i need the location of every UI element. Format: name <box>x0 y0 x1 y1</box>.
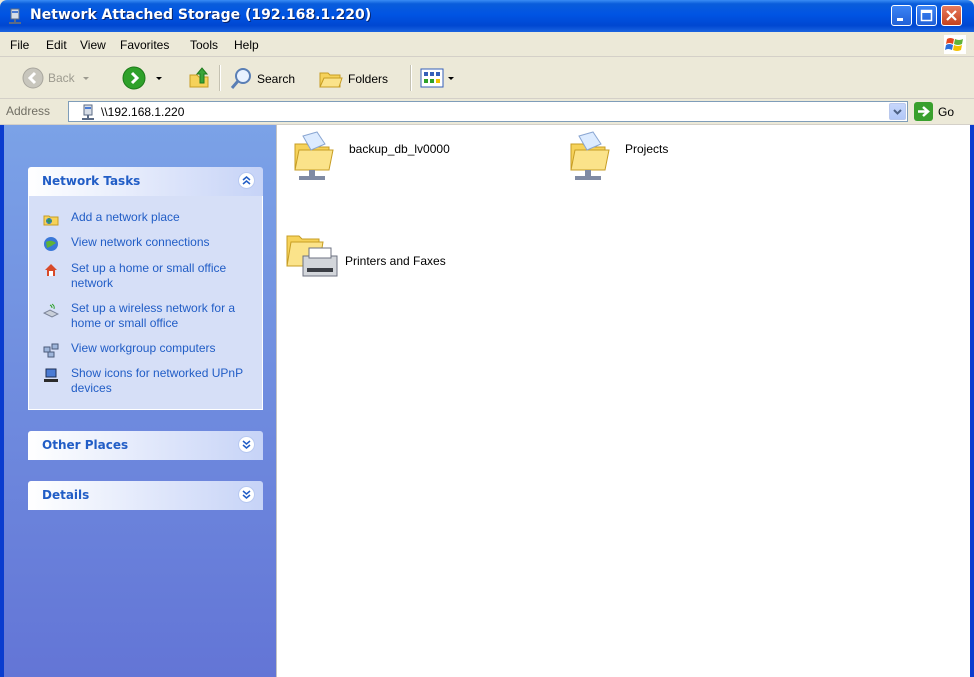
title-bar[interactable]: Network Attached Storage (192.168.1.220) <box>0 0 974 32</box>
network-drive-icon <box>9 8 21 24</box>
folders-icon <box>319 72 343 88</box>
menu-favorites[interactable]: Favorites <box>120 38 169 52</box>
network-tasks-header[interactable]: Network Tasks <box>28 167 263 196</box>
chevron-down-icon <box>893 109 902 115</box>
explorer-window: Network Attached Storage (192.168.1.220)… <box>0 0 974 677</box>
collapse-icon[interactable] <box>238 172 255 189</box>
back-arrow-icon <box>22 67 44 89</box>
views-button[interactable] <box>420 67 456 89</box>
forward-arrow-icon <box>122 66 146 90</box>
network-tasks-title: Network Tasks <box>42 174 141 188</box>
window-border-right <box>970 125 974 677</box>
chevron-down-icon <box>448 77 454 80</box>
menu-bar: File Edit View Favorites Tools Help <box>0 32 974 57</box>
details-title: Details <box>42 488 90 502</box>
maximize-button[interactable] <box>916 5 937 26</box>
expand-icon[interactable] <box>238 436 255 453</box>
up-folder-button[interactable] <box>187 66 211 90</box>
minimize-button[interactable] <box>891 5 912 26</box>
other-places-header[interactable]: Other Places <box>28 431 263 460</box>
file-item-backup-db[interactable]: backup_db_lv0000 <box>289 130 450 182</box>
home-network-icon <box>45 264 57 276</box>
task-setup-wireless-network[interactable]: Set up a wireless network for a home or … <box>43 301 253 331</box>
close-icon <box>946 10 957 21</box>
go-arrow-icon <box>914 102 933 121</box>
address-value: \\192.168.1.220 <box>101 105 185 119</box>
task-pane: Network Tasks Add a network place View n… <box>4 125 276 677</box>
network-tasks-panel: Add a network place View network connect… <box>28 196 263 410</box>
wireless-network-icon <box>43 303 59 318</box>
file-label: Printers and Faxes <box>345 254 446 268</box>
task-view-workgroup-computers[interactable]: View workgroup computers <box>43 341 253 358</box>
printers-folder-icon <box>286 235 338 277</box>
file-view[interactable]: backup_db_lv0000 Projects Printers and F… <box>276 125 970 677</box>
back-label: Back <box>48 71 75 85</box>
forward-button[interactable] <box>122 66 164 90</box>
task-add-network-place[interactable]: Add a network place <box>43 210 253 227</box>
file-item-printers-faxes[interactable]: Printers and Faxes <box>285 230 446 282</box>
toolbar-separator <box>410 65 412 91</box>
task-label: Show icons for networked UPnP devices <box>71 366 243 395</box>
file-item-projects[interactable]: Projects <box>565 130 668 182</box>
workgroup-computers-icon <box>43 343 59 358</box>
add-network-place-icon <box>43 215 59 226</box>
search-label: Search <box>257 72 296 86</box>
upnp-devices-icon <box>44 368 58 382</box>
toolbar: Back Search Folders <box>0 57 974 99</box>
chevron-down-icon <box>82 77 89 80</box>
views-icon <box>420 68 444 88</box>
address-dropdown-button[interactable] <box>889 103 906 120</box>
menu-tools[interactable]: Tools <box>190 38 218 52</box>
up-folder-icon <box>189 67 209 88</box>
task-show-upnp-devices[interactable]: Show icons for networked UPnP devices <box>43 366 253 396</box>
folders-label: Folders <box>348 72 389 86</box>
search-button[interactable]: Search <box>229 67 295 91</box>
window-title: Network Attached Storage (192.168.1.220) <box>30 7 372 23</box>
folders-button[interactable]: Folders <box>318 67 388 91</box>
network-connections-icon <box>44 237 58 251</box>
task-label: View network connections <box>71 235 210 249</box>
shared-folder-icon <box>570 131 610 180</box>
address-label: Address <box>6 104 51 118</box>
toolbar-separator <box>219 65 221 91</box>
address-bar: Address \\192.168.1.220 Go <box>0 99 974 125</box>
task-label: Add a network place <box>71 210 180 224</box>
file-label: backup_db_lv0000 <box>349 142 450 156</box>
chevron-down-icon <box>156 77 162 80</box>
address-input[interactable]: \\192.168.1.220 <box>68 101 908 122</box>
network-drive-icon <box>82 104 94 120</box>
go-button[interactable]: Go <box>914 102 954 121</box>
back-button[interactable]: Back <box>22 67 91 89</box>
task-label: View workgroup computers <box>71 341 216 355</box>
task-label: Set up a wireless network for a home or … <box>71 301 236 330</box>
expand-icon[interactable] <box>238 486 255 503</box>
details-header[interactable]: Details <box>28 481 263 510</box>
search-icon <box>230 68 251 89</box>
task-setup-home-network[interactable]: Set up a home or small office network <box>43 261 253 291</box>
close-button[interactable] <box>941 5 962 26</box>
minimize-icon <box>897 18 903 21</box>
windows-logo-icon <box>944 35 966 54</box>
menu-edit[interactable]: Edit <box>46 38 67 52</box>
maximize-icon <box>920 9 933 22</box>
task-view-network-connections[interactable]: View network connections <box>43 235 253 252</box>
shared-folder-icon <box>294 131 334 180</box>
other-places-title: Other Places <box>42 438 129 452</box>
task-label: Set up a home or small office network <box>71 261 227 290</box>
menu-help[interactable]: Help <box>234 38 259 52</box>
go-label: Go <box>938 104 955 119</box>
menu-view[interactable]: View <box>80 38 106 52</box>
menu-file[interactable]: File <box>10 38 29 52</box>
file-label: Projects <box>625 142 669 156</box>
